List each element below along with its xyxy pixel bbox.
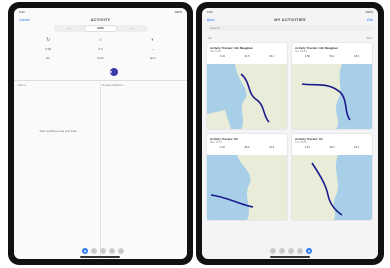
search-input[interactable]: Search	[207, 25, 373, 31]
metrics-grid: ↻ ☼ ◐ 0:00 0.0 — km km/h bpm	[22, 36, 179, 63]
divider	[14, 80, 187, 81]
contrast-icon[interactable]: ◐	[127, 36, 179, 45]
section-right-links[interactable]: Routes Markers	[102, 83, 123, 87]
tab-4[interactable]: ○	[109, 248, 115, 254]
home-indicator	[80, 256, 120, 258]
section-left-label: Menu	[18, 83, 26, 87]
segment-1[interactable]: —	[54, 25, 84, 32]
stat-duration: 2:10	[304, 146, 310, 149]
stat-speed: 18.2	[354, 146, 360, 149]
unit-km: km	[46, 56, 51, 60]
tab-activities[interactable]: ◉	[306, 248, 312, 254]
card-stats: 2:58 54.2 18.3	[295, 55, 369, 58]
home-indicator	[270, 256, 310, 258]
stat-speed: 18.3	[354, 55, 360, 58]
card-subtitle: Mon, 07:15	[210, 141, 222, 144]
unit-speed: km/h	[97, 56, 104, 60]
stat-speed: 16.8	[269, 146, 275, 149]
reset-icon[interactable]: ↻	[22, 36, 74, 45]
tab-3[interactable]: ○	[100, 248, 106, 254]
card-stats: 2:10 39.4 18.2	[295, 146, 369, 149]
page-title: MY ACTIVITIES	[274, 17, 306, 22]
battery-indicator: 100%	[174, 10, 182, 14]
stat-distance: 39.4	[329, 146, 335, 149]
route-map	[207, 64, 287, 129]
right-ipad: 9:41 100% Back MY ACTIVITIES Edit Search…	[196, 2, 384, 265]
mode-segmented-control[interactable]: — GPS —	[54, 25, 147, 32]
activity-card[interactable]: Activity Tracker: Gili Meaghan Sun, 08:4…	[292, 43, 372, 129]
status-bar: 9:41 100%	[14, 8, 187, 15]
left-ipad: 9:41 100% Cancel ACTIVITY — GPS — ↻ ☼ ◐ …	[8, 2, 193, 265]
empty-state-text: Start recording to see your track	[39, 130, 77, 133]
stat-distance: 54.2	[329, 55, 335, 58]
stat-distance: 61.5	[244, 55, 250, 58]
metric-other: —	[151, 47, 155, 51]
segment-gps[interactable]: GPS	[85, 26, 116, 31]
tab-5[interactable]: ○	[118, 248, 124, 254]
sun-icon[interactable]: ☼	[74, 36, 126, 45]
route-map	[292, 155, 372, 220]
status-time: 9:41	[19, 10, 25, 14]
tab-3[interactable]: ○	[288, 248, 294, 254]
tab-1[interactable]: ○	[270, 248, 276, 254]
card-stats: 3:24 61.5 18.1	[210, 55, 284, 58]
route-map	[207, 155, 287, 220]
record-icon: ●	[110, 68, 118, 76]
right-screen: 9:41 100% Back MY ACTIVITIES Edit Search…	[202, 8, 378, 259]
status-bar: 9:41 100%	[202, 8, 378, 15]
tab-bar: ○ ○ ○ ○ ◉	[270, 248, 312, 254]
activity-card[interactable]: Activity Tracker: Gili Meaghan Sat, 10:0…	[207, 43, 287, 129]
stat-duration: 1:42	[219, 146, 225, 149]
metric-distance: 0.0	[98, 47, 103, 51]
stat-distance: 28.6	[244, 146, 250, 149]
card-subtitle: Sun, 08:40	[295, 50, 307, 53]
card-subtitle: Tue, 06:50	[295, 141, 307, 144]
sort-button[interactable]: Sort	[366, 36, 372, 40]
tab-2[interactable]: ○	[279, 248, 285, 254]
edit-button[interactable]: Edit	[367, 18, 373, 22]
tab-bar: ◉ ○ ○ ○ ○	[82, 248, 124, 254]
route-map	[292, 64, 372, 129]
metric-time: 0:00	[45, 47, 52, 51]
status-time: 9:41	[207, 10, 213, 14]
filter-button[interactable]: All	[208, 36, 211, 40]
split-divider	[100, 82, 101, 259]
stat-speed: 18.1	[269, 55, 275, 58]
page-title: ACTIVITY	[90, 17, 111, 22]
segment-3[interactable]: —	[117, 25, 147, 32]
unit-bpm: bpm	[149, 56, 156, 60]
record-button[interactable]: ●	[110, 68, 118, 76]
activity-card[interactable]: Activity Tracker: 83 Mon, 07:15 1:42 28.…	[207, 134, 287, 220]
card-stats: 1:42 28.6 16.8	[210, 146, 284, 149]
tab-2[interactable]: ○	[91, 248, 97, 254]
stat-duration: 3:24	[219, 55, 225, 58]
card-subtitle: Sat, 10:00	[210, 50, 221, 53]
tab-record[interactable]: ◉	[82, 248, 88, 254]
activity-card[interactable]: Activity Tracker: 84 Tue, 06:50 2:10 39.…	[292, 134, 372, 220]
stat-duration: 2:58	[304, 55, 310, 58]
battery-indicator: 100%	[365, 10, 373, 14]
left-screen: 9:41 100% Cancel ACTIVITY — GPS — ↻ ☼ ◐ …	[14, 8, 187, 259]
tab-4[interactable]: ○	[297, 248, 303, 254]
